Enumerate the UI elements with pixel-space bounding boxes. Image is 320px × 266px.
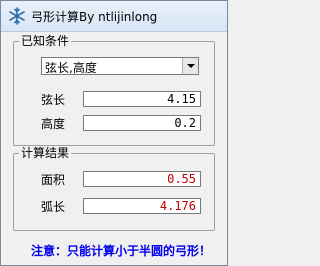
app-window: 弓形计算By ntlijinlong 已知条件 弦长,高度 弦长 4.15 高度… <box>0 0 228 266</box>
chevron-down-icon <box>187 64 195 68</box>
area-output: 0.55 <box>83 171 201 187</box>
results-legend: 计算结果 <box>19 146 72 160</box>
arc-length-label: 弧长 <box>41 200 66 214</box>
known-mode-value: 弦长,高度 <box>45 61 97 75</box>
known-conditions-legend: 已知条件 <box>19 34 72 48</box>
window-title: 弓形计算By ntlijinlong <box>31 10 158 24</box>
known-mode-select[interactable]: 弦长,高度 <box>41 57 199 75</box>
height-label: 高度 <box>41 117 66 131</box>
results-group: 计算结果 面积 0.55 弧长 4.176 <box>13 146 215 231</box>
arc-length-output: 4.176 <box>83 198 201 214</box>
title-bar[interactable]: 弓形计算By ntlijinlong <box>1 1 227 32</box>
notice-text: 注意：只能计算小于半圆的弓形！ <box>31 244 212 258</box>
dropdown-button[interactable] <box>182 58 198 74</box>
chord-label: 弦长 <box>41 93 66 107</box>
chord-input[interactable]: 4.15 <box>83 91 201 107</box>
client-area: 已知条件 弦长,高度 弦长 4.15 高度 0.2 计算结果 面积 0.55 弧… <box>1 32 227 265</box>
app-snowflake-icon <box>9 7 25 25</box>
area-label: 面积 <box>41 173 66 187</box>
height-input[interactable]: 0.2 <box>83 115 201 131</box>
known-conditions-group: 已知条件 弦长,高度 弦长 4.15 高度 0.2 <box>13 34 215 146</box>
